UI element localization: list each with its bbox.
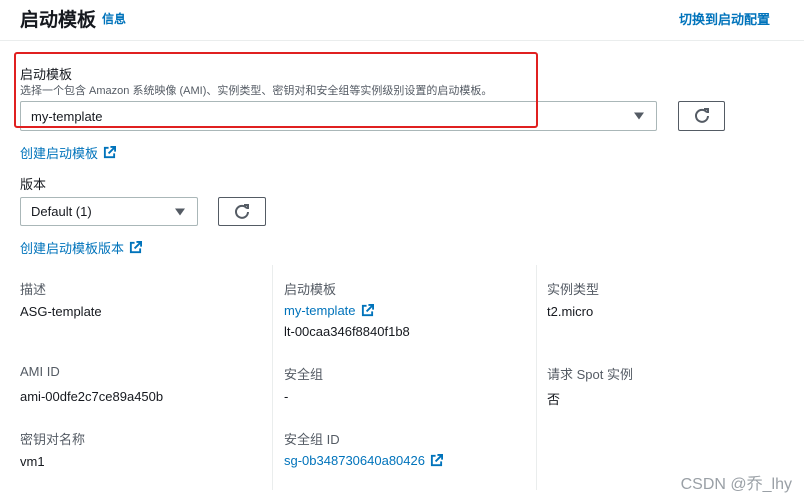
spot-request-value: 否 bbox=[547, 392, 561, 407]
keypair-key: 密钥对名称 bbox=[20, 432, 86, 447]
ami-id-key: AMI ID bbox=[20, 364, 60, 379]
external-link-icon bbox=[430, 454, 443, 467]
description-value: ASG-template bbox=[20, 304, 102, 319]
instance-type-key: 实例类型 bbox=[547, 282, 600, 297]
create-template-link[interactable]: 创建启动模板 bbox=[20, 143, 117, 162]
create-template-link-label: 创建启动模板 bbox=[20, 146, 99, 161]
create-version-link[interactable]: 创建启动模板版本 bbox=[20, 238, 143, 257]
external-link-icon bbox=[103, 146, 117, 159]
external-link-icon bbox=[361, 304, 374, 317]
description-key: 描述 bbox=[20, 282, 47, 297]
version-select-value: Default (1) bbox=[31, 204, 92, 219]
version-select[interactable]: Default (1) bbox=[20, 197, 198, 226]
spot-request-key: 请求 Spot 实例 bbox=[547, 367, 633, 382]
security-group-id-link[interactable]: sg-0b348730640a80426 bbox=[284, 453, 443, 468]
chevron-down-icon bbox=[175, 208, 185, 215]
external-link-icon bbox=[129, 241, 143, 254]
create-version-link-label: 创建启动模板版本 bbox=[20, 241, 125, 256]
header-divider bbox=[0, 40, 804, 41]
refresh-icon bbox=[235, 203, 249, 219]
chevron-down-icon bbox=[634, 112, 644, 120]
security-group-id-label: sg-0b348730640a80426 bbox=[284, 453, 425, 468]
security-group-key: 安全组 bbox=[284, 367, 324, 382]
template-name-link[interactable]: my-template bbox=[284, 303, 374, 318]
template-name-label: my-template bbox=[284, 303, 356, 318]
keypair-value: vm1 bbox=[20, 454, 45, 469]
template-id-value: lt-00caa346f8840f1b8 bbox=[284, 324, 410, 339]
info-link[interactable]: 信息 bbox=[102, 10, 126, 27]
column-divider bbox=[536, 265, 537, 490]
column-divider bbox=[272, 265, 273, 490]
template-key: 启动模板 bbox=[284, 282, 337, 297]
security-group-value: - bbox=[284, 389, 289, 404]
security-group-id-key: 安全组 ID bbox=[284, 432, 340, 447]
switch-to-launch-config-link[interactable]: 切换到启动配置 bbox=[679, 9, 770, 28]
refresh-icon bbox=[694, 108, 709, 123]
version-select-label: 版本 bbox=[20, 177, 47, 192]
watermark: CSDN @乔_lhy bbox=[680, 476, 792, 493]
instance-type-value: t2.micro bbox=[547, 304, 594, 319]
highlight-box bbox=[14, 52, 538, 128]
refresh-template-button[interactable] bbox=[678, 101, 725, 131]
page-title: 启动模板 bbox=[20, 10, 97, 31]
ami-id-value: ami-00dfe2c7ce89a450b bbox=[20, 389, 164, 404]
refresh-version-button[interactable] bbox=[218, 197, 266, 226]
